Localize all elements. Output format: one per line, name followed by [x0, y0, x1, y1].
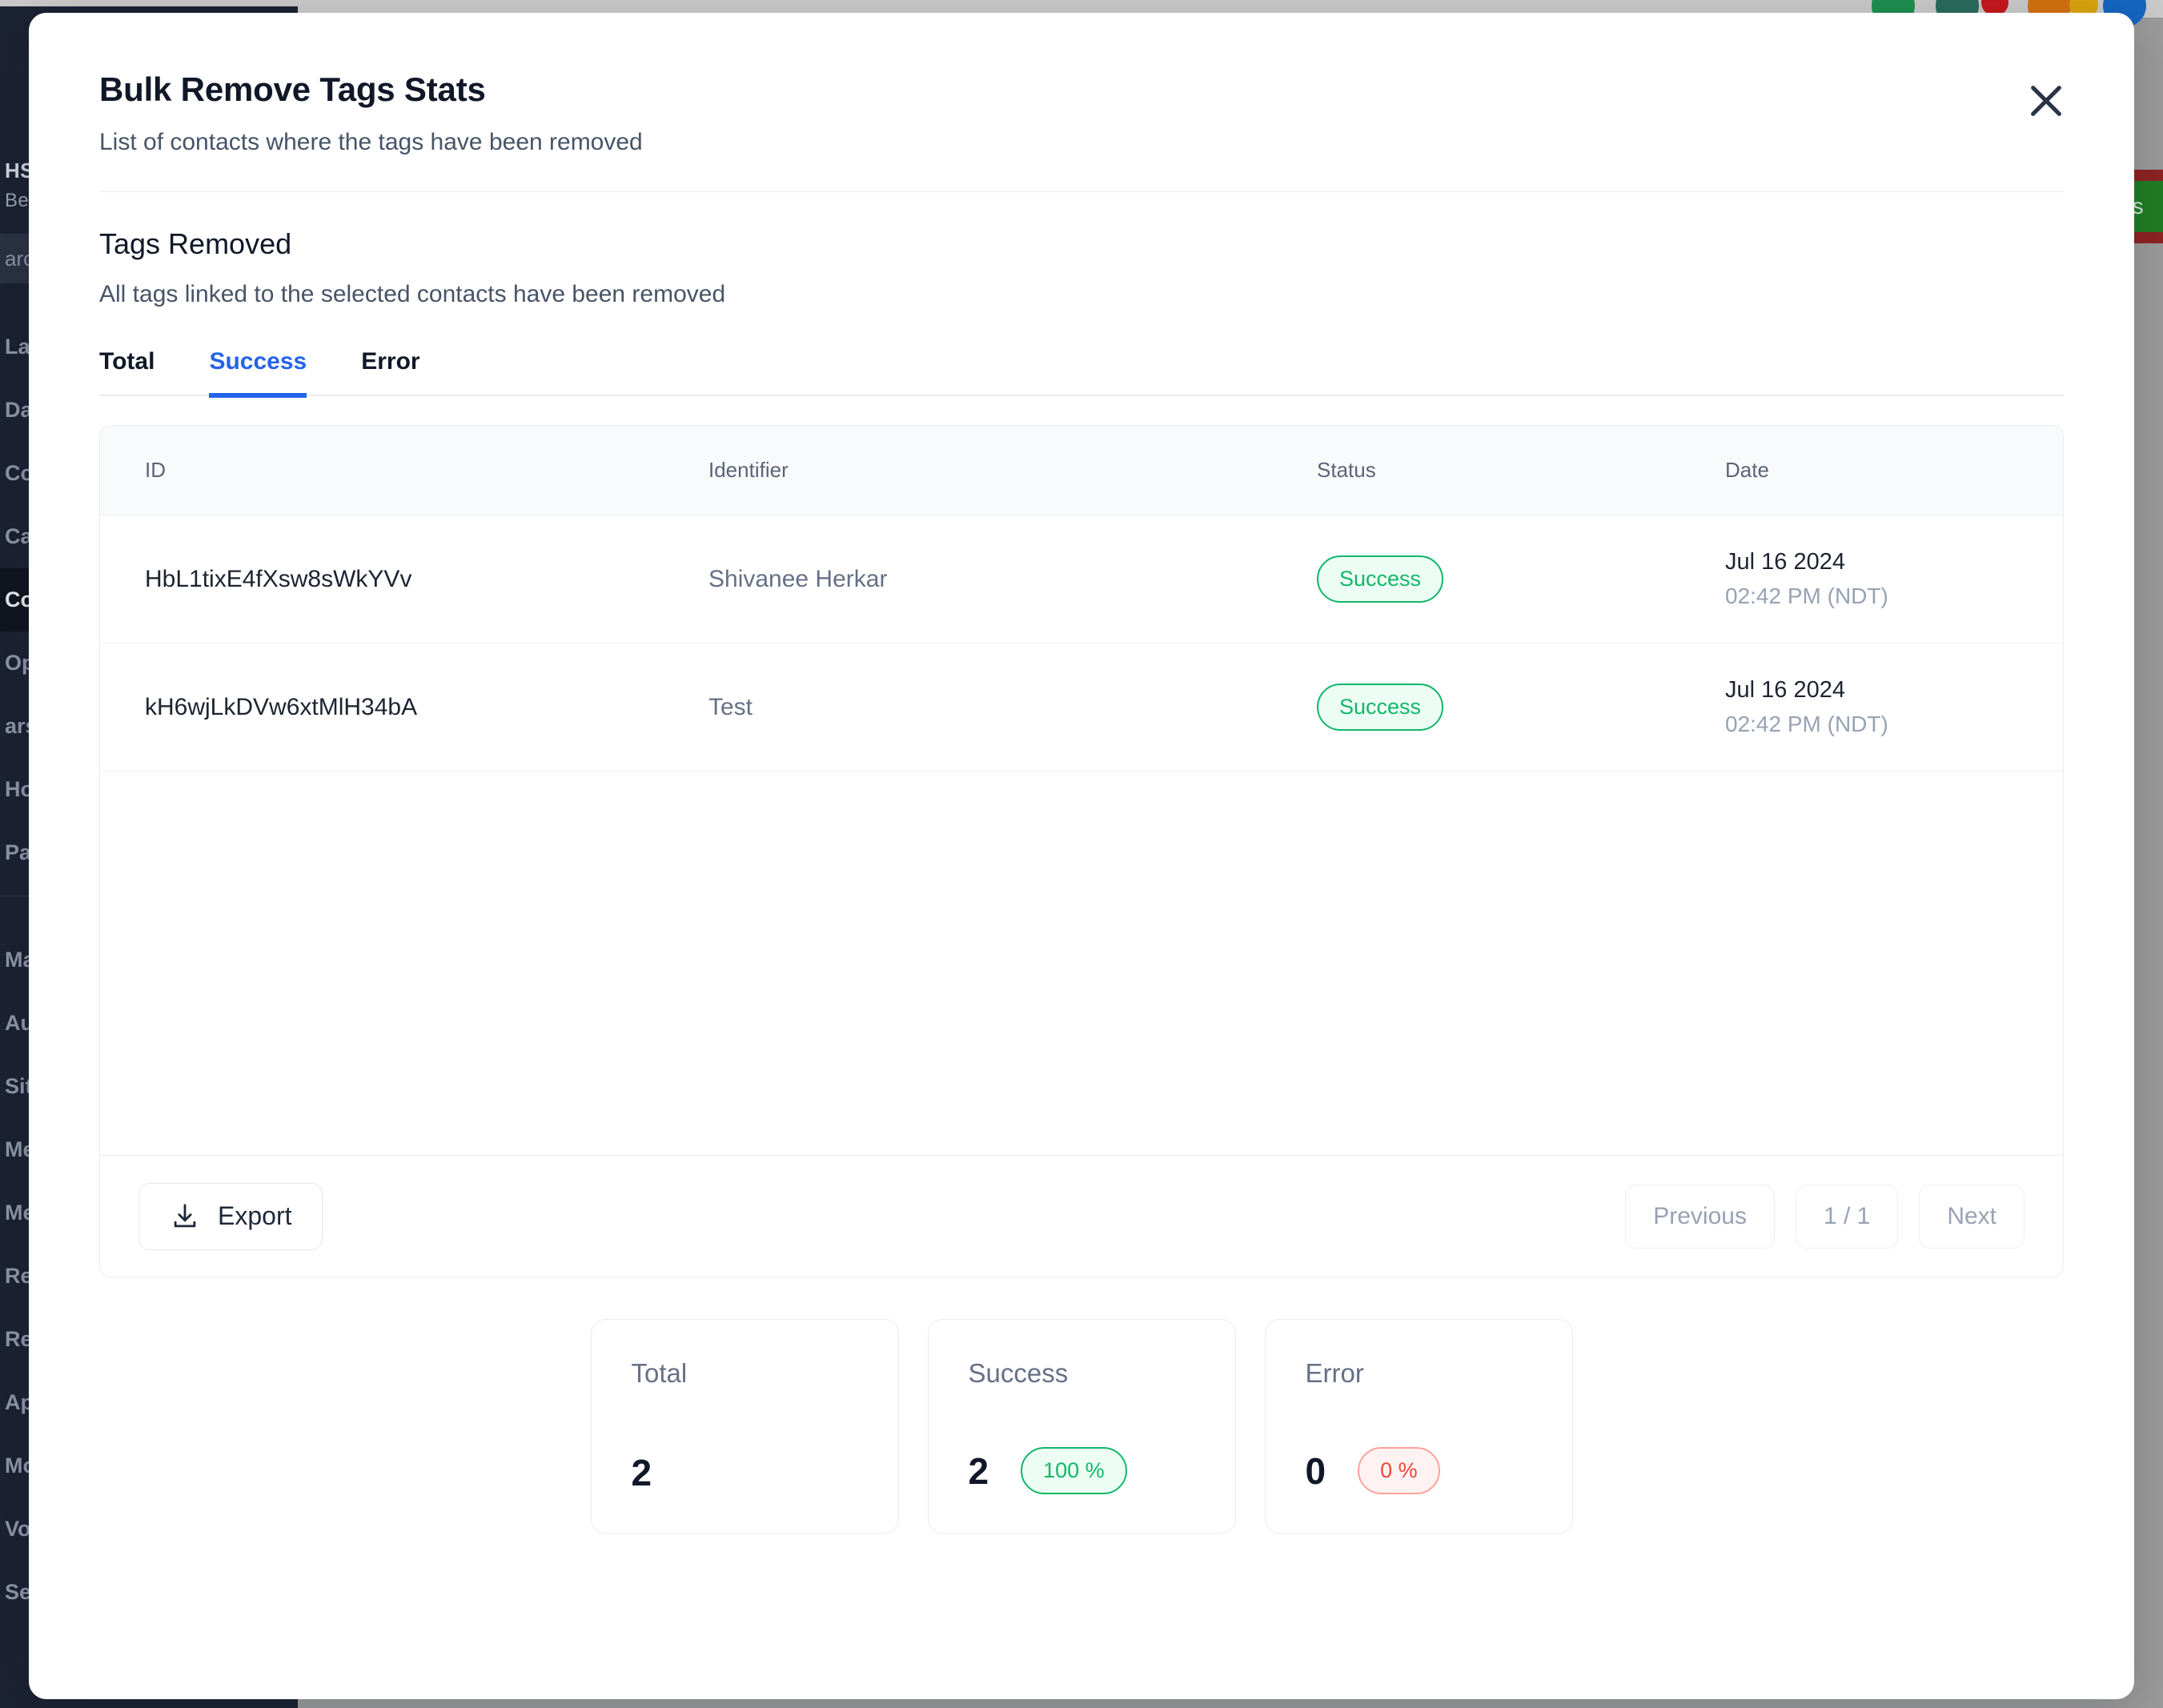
cell-id: HbL1tixE4fXsw8sWkYVv: [145, 565, 412, 592]
cell-time: 02:42 PM (NDT): [1725, 583, 1888, 608]
stat-label-total: Total: [631, 1358, 688, 1388]
table-row[interactable]: kH6wjLkDVw6xtMlH34bA Test Success Jul 16…: [100, 644, 2063, 772]
tab-error[interactable]: Error: [361, 348, 419, 398]
export-button[interactable]: Export: [138, 1182, 323, 1250]
section-subtitle: All tags linked to the selected contacts…: [99, 281, 726, 307]
column-header-identifier: Identifier: [708, 458, 789, 482]
page-title: Bulk Remove Tags Stats: [99, 70, 486, 108]
modal-subtitle: List of contacts where the tags have bee…: [99, 129, 643, 155]
stats-tabs: Total Success Error: [99, 348, 2064, 398]
pagination: Previous 1 / 1 Next: [1625, 1184, 2025, 1249]
status-badge: Success: [1317, 555, 1444, 603]
stat-value-success: 2: [968, 1449, 989, 1492]
results-table: ID Identifier Status Date HbL1tixE4fXsw8…: [99, 425, 2064, 1277]
stat-value-total: 2: [631, 1452, 652, 1493]
table-header-row: ID Identifier Status Date: [100, 426, 2063, 515]
tab-total[interactable]: Total: [99, 348, 154, 398]
cell-id: kH6wjLkDVw6xtMlH34bA: [145, 693, 418, 720]
status-badge: Success: [1317, 684, 1444, 731]
modal-divider: [99, 191, 2064, 192]
next-page-button[interactable]: Next: [1919, 1184, 2025, 1249]
table-row[interactable]: HbL1tixE4fXsw8sWkYVv Shivanee Herkar Suc…: [100, 515, 2063, 644]
page-indicator: 1 / 1: [1795, 1184, 1899, 1249]
summary-stats: Total 2 Success 2 100 % Error 0 0 %: [99, 1319, 2064, 1534]
cell-time: 02:42 PM (NDT): [1725, 712, 1888, 736]
download-icon: [174, 1203, 196, 1227]
stat-card-error: Error 0 0 %: [1264, 1319, 1573, 1534]
close-icon[interactable]: [2024, 78, 2069, 123]
cell-identifier: Test: [708, 693, 753, 720]
column-header-status: Status: [1317, 458, 1376, 482]
previous-page-button[interactable]: Previous: [1625, 1184, 1775, 1249]
stat-card-success: Success 2 100 %: [927, 1319, 1236, 1534]
stat-label-error: Error: [1305, 1358, 1364, 1388]
cell-date: Jul 16 2024: [1725, 677, 1845, 703]
column-header-id: ID: [145, 458, 166, 482]
stat-label-success: Success: [968, 1358, 1069, 1388]
bulk-remove-tags-stats-modal: Bulk Remove Tags Stats List of contacts …: [29, 13, 2134, 1699]
stat-card-total: Total 2: [590, 1319, 899, 1534]
table-footer: Export Previous 1 / 1 Next: [100, 1155, 2063, 1277]
tab-success[interactable]: Success: [209, 348, 307, 398]
section-title: Tags Removed: [99, 227, 292, 260]
stat-percent-success: 100 %: [1021, 1447, 1127, 1494]
stat-value-error: 0: [1305, 1449, 1326, 1492]
column-header-date: Date: [1725, 458, 1769, 482]
cell-identifier: Shivanee Herkar: [708, 565, 888, 592]
stat-percent-error: 0 %: [1358, 1447, 1440, 1494]
export-button-label: Export: [218, 1201, 292, 1230]
table-empty-space: [100, 772, 2063, 1155]
cell-date: Jul 16 2024: [1725, 549, 1845, 575]
